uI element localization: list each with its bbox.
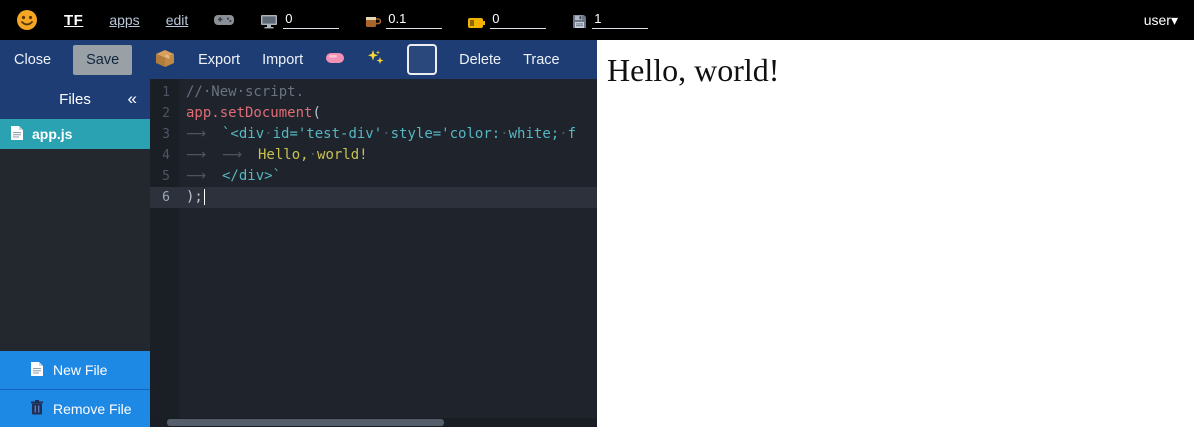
new-file-label: New File	[53, 362, 107, 378]
app-window: TF apps edit 0 0.1 0	[0, 0, 1194, 427]
soap-icon-button[interactable]	[325, 51, 345, 69]
code-line-2[interactable]: 2app.setDocument(	[150, 103, 597, 124]
line-number: 2	[150, 103, 179, 124]
floppy-icon	[572, 14, 587, 29]
editor-toolbar: Close Save Export Import	[0, 40, 597, 79]
import-button[interactable]: Import	[262, 52, 303, 68]
monitor-icon	[260, 14, 278, 29]
battery-icon	[468, 17, 485, 29]
code-line-4[interactable]: 4⟶⟶Hello,·world!	[150, 145, 597, 166]
files-header: Files «	[0, 79, 150, 119]
scrollbar-thumb[interactable]	[167, 419, 444, 426]
code-line-5[interactable]: 5⟶</div>`	[150, 166, 597, 187]
main-area: Close Save Export Import	[0, 40, 1194, 427]
nav-apps-link[interactable]: apps	[109, 12, 139, 28]
file-name: app.js	[32, 126, 72, 142]
mug-icon	[365, 14, 381, 29]
new-file-button[interactable]: New File	[0, 351, 150, 389]
file-item-appjs[interactable]: app.js	[0, 119, 150, 149]
sparkles-icon-button[interactable]	[367, 49, 385, 71]
brand-link[interactable]: TF	[64, 12, 83, 29]
new-file-icon	[30, 361, 44, 380]
topbar: TF apps edit 0 0.1 0	[0, 0, 1194, 40]
file-icon	[10, 125, 24, 144]
trace-button[interactable]: Trace	[523, 52, 560, 68]
rendered-output-text: Hello, world!	[607, 52, 1184, 89]
files-panel: Files « app.js	[0, 79, 150, 427]
files-header-label: Files	[59, 91, 91, 108]
workrow: Files « app.js	[0, 79, 597, 427]
workbench: Close Save Export Import	[0, 40, 597, 427]
floppy-count-field[interactable]: 1	[592, 11, 648, 29]
export-button[interactable]: Export	[198, 52, 240, 68]
editor-lines: 1//·New·script.2app.setDocument(3⟶`<div·…	[150, 79, 597, 208]
text-cursor	[204, 189, 205, 205]
trash-icon	[30, 399, 44, 418]
battery-count-field[interactable]: 0	[490, 11, 546, 29]
monitor-count-field[interactable]: 0	[283, 11, 339, 29]
code-line-1[interactable]: 1//·New·script.	[150, 82, 597, 103]
code-line-3[interactable]: 3⟶`<div·id='test-div'·style='color:·whit…	[150, 124, 597, 145]
code-line-6[interactable]: 6);	[150, 187, 597, 208]
blank-button[interactable]	[407, 44, 437, 75]
mug-count-field[interactable]: 0.1	[386, 11, 442, 29]
mug-counter: 0.1	[365, 11, 442, 29]
line-number: 3	[150, 124, 179, 145]
code-editor[interactable]: 1//·New·script.2app.setDocument(3⟶`<div·…	[150, 79, 597, 427]
soap-icon	[325, 51, 345, 69]
remove-file-button[interactable]: Remove File	[0, 389, 150, 427]
line-number: 4	[150, 145, 179, 166]
line-number: 5	[150, 166, 179, 187]
delete-button[interactable]: Delete	[459, 52, 501, 68]
nav-edit-link[interactable]: edit	[166, 12, 189, 28]
sparkles-icon	[367, 49, 385, 71]
battery-counter: 0	[468, 11, 546, 29]
package-icon	[154, 48, 176, 72]
monitor-counter: 0	[260, 11, 339, 29]
remove-file-label: Remove File	[53, 401, 132, 417]
editor-horizontal-scrollbar[interactable]	[150, 418, 597, 427]
floppy-counter: 1	[572, 11, 648, 29]
line-number: 6	[150, 187, 179, 208]
close-button[interactable]: Close	[14, 52, 51, 68]
file-list: app.js	[0, 119, 150, 351]
save-button[interactable]: Save	[73, 45, 132, 75]
output-panel: Hello, world!	[597, 40, 1194, 427]
user-menu-button[interactable]: user▾	[1144, 12, 1178, 29]
smiley-logo-icon[interactable]	[16, 9, 38, 31]
package-icon-button[interactable]	[154, 48, 176, 72]
collapse-panel-button[interactable]: «	[128, 79, 137, 119]
line-number: 1	[150, 82, 179, 103]
gamepad-icon[interactable]	[214, 13, 234, 27]
